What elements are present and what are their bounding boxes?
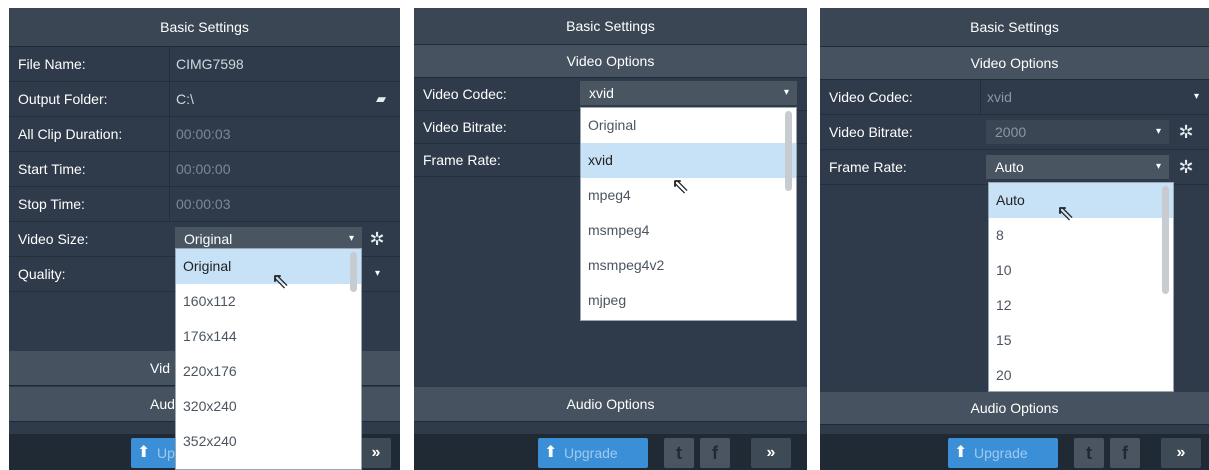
stop-time-row: Stop Time: 00:00:03 [9,187,400,222]
dropdown-option[interactable]: 160x112 [176,284,361,319]
video-size-dropdown: Original 160x112 176x144 220x176 320x240… [175,248,362,470]
dropdown-option[interactable]: 352x240 [176,424,361,459]
dropdown-scrollbar[interactable] [350,252,357,292]
folder-open-icon[interactable]: ▰ [376,82,386,116]
output-folder-label: Output Folder: [18,91,108,107]
dropdown-option[interactable]: 10 [989,253,1173,288]
mouse-cursor-icon: ⇖ [271,268,290,293]
stop-time-label: Stop Time: [18,196,85,212]
video-codec-label: Video Codec: [423,86,507,102]
video-options-header-text: Vid [150,360,170,376]
dropdown-option[interactable]: 8 [989,218,1173,253]
frame-rate-label: Frame Rate: [423,152,501,168]
file-name-field[interactable]: CIMG7598 [169,47,400,81]
video-codec-row: Video Codec: xvid ▾ [820,80,1209,115]
upgrade-label: Upgrade [564,445,618,461]
audio-options-header[interactable]: Audio Options [820,392,1209,425]
facebook-icon[interactable]: f [700,438,730,468]
video-bitrate-row: Video Bitrate: 2000 ▾ ✲ [820,115,1209,150]
footer-bar: ⬆ Upgrade t f » [820,434,1209,470]
upgrade-arrow-icon: ⬆ [954,444,968,461]
chevron-down-icon: ▾ [1193,91,1199,102]
video-options-panel: Basic Settings Video Options Video Codec… [414,8,807,470]
upgrade-button[interactable]: ⬆ Upgrade [538,438,648,468]
video-codec-select[interactable]: xvid ▾ [580,81,797,105]
dropdown-scrollbar[interactable] [1162,186,1169,294]
video-bitrate-label: Video Bitrate: [829,124,913,140]
mouse-cursor-icon: ⇖ [671,173,690,198]
video-codec-dropdown: Original xvid mpeg4 msmpeg4 msmpeg4v2 mj… [580,107,797,321]
output-folder-value: C:\ [176,91,194,107]
forward-icon[interactable]: » [751,438,791,468]
basic-settings-header[interactable]: Basic Settings [414,8,807,45]
dropdown-option[interactable]: 176x144 [176,319,361,354]
video-codec-label: Video Codec: [829,89,913,105]
basic-settings-panel: Basic Settings File Name: CIMG7598 Outpu… [9,8,400,470]
twitter-icon[interactable]: t [664,438,694,468]
frame-rate-label: Frame Rate: [829,159,907,175]
audio-options-header[interactable]: Audio Options [414,387,807,422]
video-bitrate-select[interactable]: 2000 ▾ [986,120,1169,144]
gear-icon[interactable]: ✲ [1176,157,1196,177]
quality-chevron-down-icon[interactable]: ▾ [375,257,380,291]
frame-rate-value: Auto [995,159,1024,175]
all-clip-duration-label: All Clip Duration: [18,126,123,142]
frame-rate-select[interactable]: Auto ▾ [986,155,1169,179]
video-codec-field[interactable]: xvid ▾ [980,80,1209,114]
upgrade-arrow-icon: ⬆ [137,444,151,461]
file-name-label: File Name: [18,56,86,72]
start-time-row: Start Time: 00:00:00 [9,152,400,187]
video-bitrate-value: 2000 [995,124,1027,140]
dropdown-option[interactable]: msmpeg4v2 [581,248,796,283]
output-folder-row: Output Folder: C:\ ▰ [9,82,400,117]
dropdown-option[interactable]: 15 [989,323,1173,358]
footer-bar: ⬆ Upgrade t f » [414,434,807,470]
forward-icon[interactable]: » [361,438,391,468]
facebook-icon[interactable]: f [1110,438,1140,468]
dropdown-option[interactable]: Original [176,249,361,284]
video-options-header[interactable]: Video Options [820,47,1209,80]
dropdown-option[interactable]: 12 [989,288,1173,323]
chevron-down-icon: ▾ [1155,126,1161,137]
video-codec-value: xvid [589,85,614,101]
dropdown-option[interactable]: mjpeg [581,283,796,318]
dropdown-option[interactable]: Auto [989,183,1173,218]
audio-options-header-text: Aud [150,396,175,412]
frame-rate-row: Frame Rate: Auto ▾ ✲ [820,150,1209,185]
upgrade-button[interactable]: ⬆ Upgrade [948,438,1058,468]
video-options-header[interactable]: Video Options [414,45,807,78]
video-size-label: Video Size: [18,231,89,247]
quality-label: Quality: [18,266,66,282]
dropdown-option[interactable]: 220x176 [176,354,361,389]
video-size-value: Original [184,231,233,247]
chevron-down-icon: ▾ [783,87,789,98]
stop-time-field[interactable]: 00:00:03 [169,187,400,221]
video-bitrate-label: Video Bitrate: [423,119,507,135]
dropdown-scrollbar[interactable] [785,111,792,191]
start-time-label: Start Time: [18,161,86,177]
dropdown-option[interactable]: msmpeg4 [581,213,796,248]
chevron-down-icon: ▾ [1155,161,1161,172]
dropdown-option[interactable]: Original [581,108,796,143]
frame-rate-panel: Basic Settings Video Options Video Codec… [820,8,1209,470]
twitter-icon[interactable]: t [1074,438,1104,468]
file-name-row: File Name: CIMG7598 [9,47,400,82]
gear-icon[interactable]: ✲ [367,229,387,249]
mouse-cursor-icon: ⇖ [1056,200,1075,225]
basic-settings-header[interactable]: Basic Settings [9,8,400,47]
frame-rate-dropdown: Auto 8 10 12 15 20 [988,182,1174,392]
video-codec-value: xvid [987,89,1012,105]
all-clip-duration-value: 00:00:03 [169,117,400,151]
forward-icon[interactable]: » [1161,438,1201,468]
basic-settings-header[interactable]: Basic Settings [820,8,1209,47]
all-clip-duration-row: All Clip Duration: 00:00:03 [9,117,400,152]
upgrade-arrow-icon: ⬆ [544,444,558,461]
upgrade-label: Upgrade [974,445,1028,461]
dropdown-option[interactable]: 20 [989,358,1173,391]
dropdown-option[interactable]: 320x240 [176,389,361,424]
output-folder-field[interactable]: C:\ ▰ [169,82,400,116]
start-time-field[interactable]: 00:00:00 [169,152,400,186]
gear-icon[interactable]: ✲ [1176,122,1196,142]
